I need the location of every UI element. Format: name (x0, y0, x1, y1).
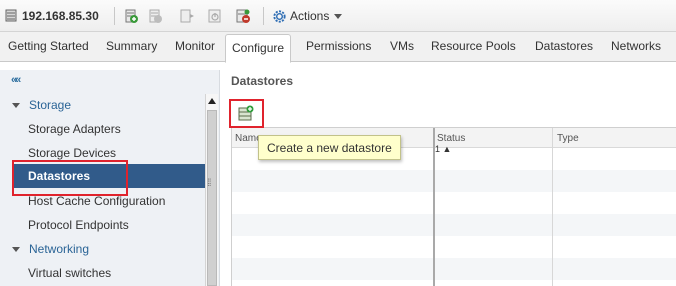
highlight-box (229, 99, 264, 128)
tab-networks[interactable]: Networks (611, 32, 661, 62)
expand-triangle-icon (12, 102, 20, 108)
new-datastore-icon[interactable] (235, 8, 251, 24)
host-name: 192.168.85.30 (22, 9, 99, 23)
add-host-icon[interactable] (123, 8, 139, 24)
nav-item-storage-devices[interactable]: Storage Devices (28, 146, 116, 160)
tab-summary[interactable]: Summary (106, 32, 157, 62)
toolbar-separator (114, 7, 115, 25)
toolbar-separator (263, 7, 264, 25)
nav-header-networking[interactable]: Networking (12, 242, 89, 256)
collapse-panel-icon[interactable]: «« (11, 74, 21, 86)
nav-item-virtual-switches[interactable]: Virtual switches (28, 266, 111, 280)
tab-bar: Getting Started Summary Monitor Configur… (0, 32, 676, 63)
chevron-down-icon (334, 14, 343, 19)
tab-datastores[interactable]: Datastores (535, 32, 593, 62)
expand-triangle-icon (12, 246, 20, 252)
scrollbar-thumb[interactable] (207, 110, 217, 286)
nav-item-protocol-endpoints[interactable]: Protocol Endpoints (28, 218, 129, 232)
scroll-up-arrow-icon[interactable] (207, 96, 217, 106)
table-row (232, 214, 676, 236)
maintenance-icon[interactable] (179, 8, 195, 24)
table-row (232, 258, 676, 280)
column-header-status[interactable]: Status (437, 133, 465, 144)
tab-vms[interactable]: VMs (390, 32, 414, 62)
actions-menu[interactable]: Actions (272, 7, 343, 25)
nav-header-label: Storage (29, 98, 72, 112)
create-datastore-tooltip: Create a new datastore (258, 135, 401, 160)
tab-resource-pools[interactable]: Resource Pools (431, 32, 516, 62)
host-icon (5, 9, 17, 22)
panel-splitter-handle[interactable]: ⁞⁞ (207, 178, 211, 189)
highlight-box (12, 160, 128, 196)
nav-header-label: Networking (29, 242, 90, 256)
tab-permissions[interactable]: Permissions (306, 32, 371, 62)
power-icon[interactable] (207, 8, 223, 24)
column-resize-handle[interactable] (433, 128, 435, 286)
column-header-type[interactable]: Type (557, 133, 579, 144)
nav-scrollbar[interactable] (205, 94, 218, 286)
nav-item-storage-adapters[interactable]: Storage Adapters (28, 122, 121, 136)
settings-gear-icon (273, 9, 286, 23)
column-divider (552, 128, 553, 286)
top-toolbar: 192.168.85.30 Actions (0, 0, 676, 32)
table-row (232, 170, 676, 192)
actions-label: Actions (290, 9, 330, 23)
nav-item-host-cache-configuration[interactable]: Host Cache Configuration (28, 194, 165, 208)
tab-monitor[interactable]: Monitor (175, 32, 215, 62)
page-title: Datastores (231, 74, 294, 88)
sort-indicator: 1 ▲ (435, 144, 452, 154)
nav-header-storage[interactable]: Storage (12, 98, 71, 112)
tab-configure[interactable]: Configure (225, 34, 292, 63)
tab-getting-started[interactable]: Getting Started (8, 32, 89, 62)
remove-icon[interactable] (147, 8, 163, 24)
